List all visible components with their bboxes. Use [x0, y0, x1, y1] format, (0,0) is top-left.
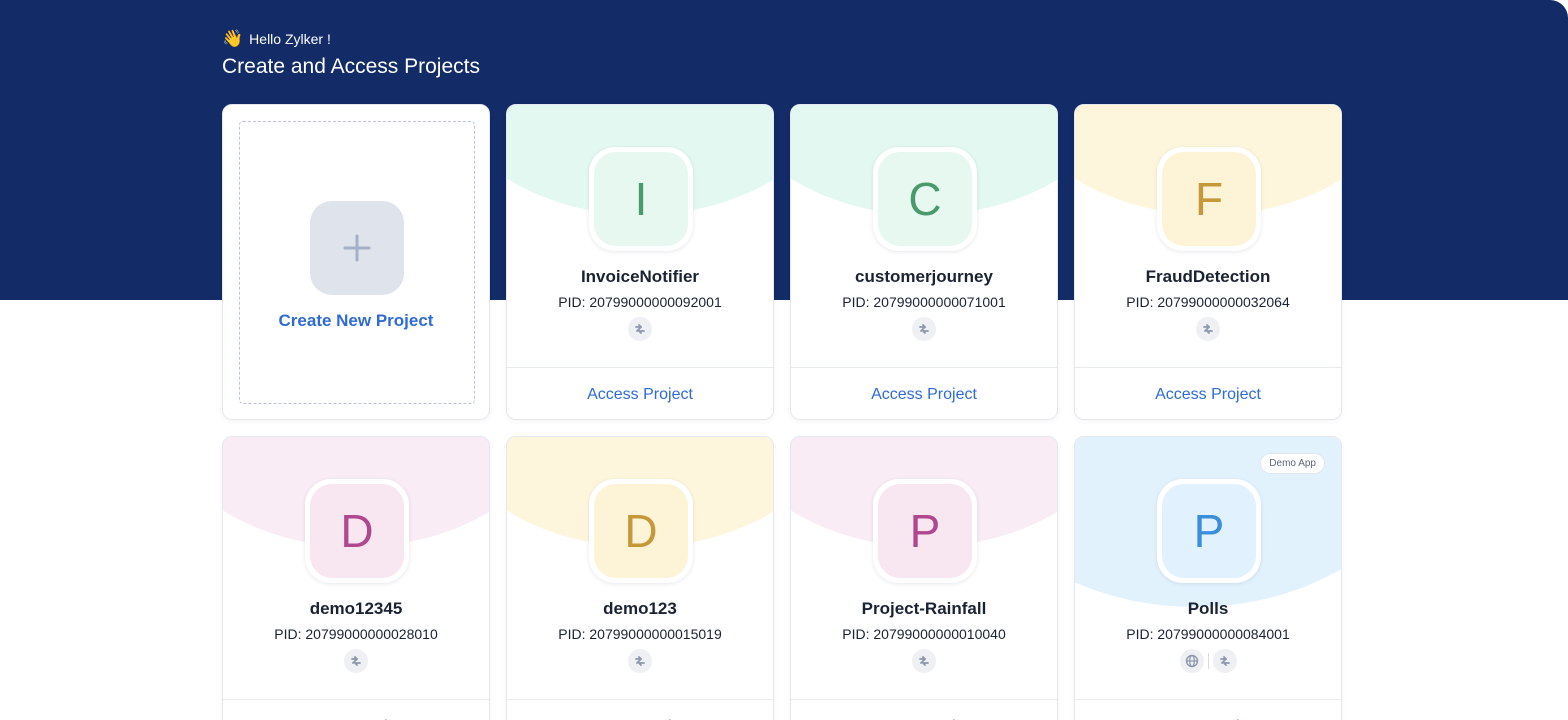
project-badges: [507, 317, 773, 341]
access-project-button[interactable]: Access Project: [1075, 699, 1341, 720]
project-initial: D: [310, 484, 404, 578]
project-card[interactable]: Ddemo123 PID: 20799000000015019 Access Pro…: [506, 436, 774, 720]
greeting: 👋 Hello Zylker !: [222, 30, 331, 47]
wave-icon: 👋: [222, 29, 244, 48]
project-badges: [791, 317, 1057, 341]
badge-divider: [1207, 653, 1209, 669]
project-id: PID: 20799000000084001: [1126, 626, 1290, 642]
integration-icon: [912, 317, 936, 341]
project-card[interactable]: Demo AppP Polls PID: 20799000000084001 Acce…: [1074, 436, 1342, 720]
project-avatar: C: [873, 147, 977, 251]
demo-app-badge: Demo App: [1260, 453, 1325, 474]
project-initial: I: [594, 152, 688, 246]
project-badges: [791, 649, 1057, 673]
integration-icon: [1196, 317, 1220, 341]
project-id: PID: 20799000000028010: [274, 626, 438, 642]
project-initial: F: [1162, 152, 1256, 246]
access-project-button[interactable]: Access Project: [791, 699, 1057, 720]
project-badges: [1075, 649, 1341, 673]
project-id: PID: 20799000000010040: [842, 626, 1006, 642]
create-new-project-button[interactable]: Create New Project: [223, 311, 489, 331]
project-card[interactable]: P Project-Rainfall PID: 20799000000010040 A…: [790, 436, 1058, 720]
project-initial: P: [1162, 484, 1256, 578]
project-name: Project-Rainfall: [861, 599, 987, 618]
page-title: Create and Access Projects: [222, 55, 480, 78]
access-project-button[interactable]: Access Project: [791, 367, 1057, 419]
access-project-button[interactable]: Access Project: [507, 699, 773, 720]
project-avatar: D: [305, 479, 409, 583]
project-name: FraudDetection: [1145, 267, 1271, 286]
integration-icon: [1212, 649, 1237, 673]
project-badges: [507, 649, 773, 673]
project-id: PID: 20799000000092001: [558, 294, 722, 310]
project-initial: P: [878, 484, 972, 578]
project-initial: D: [594, 484, 688, 578]
project-name: demo12345: [309, 599, 403, 618]
project-name: InvoiceNotifier: [580, 267, 700, 286]
integration-icon: [912, 649, 936, 673]
integration-icon: [628, 317, 652, 341]
access-project-button[interactable]: Access Project: [223, 699, 489, 720]
project-avatar: P: [873, 479, 977, 583]
project-avatar: D: [589, 479, 693, 583]
project-name: Polls: [1187, 599, 1229, 618]
globe-icon: [1179, 649, 1204, 673]
project-name: customerjourney: [855, 267, 993, 286]
project-id: PID: 20799000000071001: [842, 294, 1006, 310]
project-avatar: I: [589, 147, 693, 251]
access-project-button[interactable]: Access Project: [1075, 367, 1341, 419]
project-initial: C: [878, 152, 972, 246]
project-card[interactable]: F FraudDetection PID: 20799000000032064 Acc…: [1074, 104, 1342, 420]
project-badges: [223, 649, 489, 673]
greeting-text: Hello Zylker !: [249, 30, 331, 47]
project-avatar: P: [1157, 479, 1261, 583]
plus-icon[interactable]: [310, 201, 404, 295]
project-avatar: F: [1157, 147, 1261, 251]
create-project-card[interactable]: Create New Project: [222, 104, 490, 420]
access-project-button[interactable]: Access Project: [507, 367, 773, 419]
project-name: demo123: [603, 599, 677, 618]
project-id: PID: 20799000000015019: [558, 626, 722, 642]
integration-icon: [628, 649, 652, 673]
project-badges: [1075, 317, 1341, 341]
project-card[interactable]: Ddemo12345 PID: 20799000000028010 Access P…: [222, 436, 490, 720]
project-card[interactable]: Ccustomerjourney PID: 20799000000071001 Ac…: [790, 104, 1058, 420]
integration-icon: [344, 649, 368, 673]
project-id: PID: 20799000000032064: [1126, 294, 1290, 310]
project-card[interactable]: I InvoiceNotifier PID: 20799000000092001 Ac…: [506, 104, 774, 420]
